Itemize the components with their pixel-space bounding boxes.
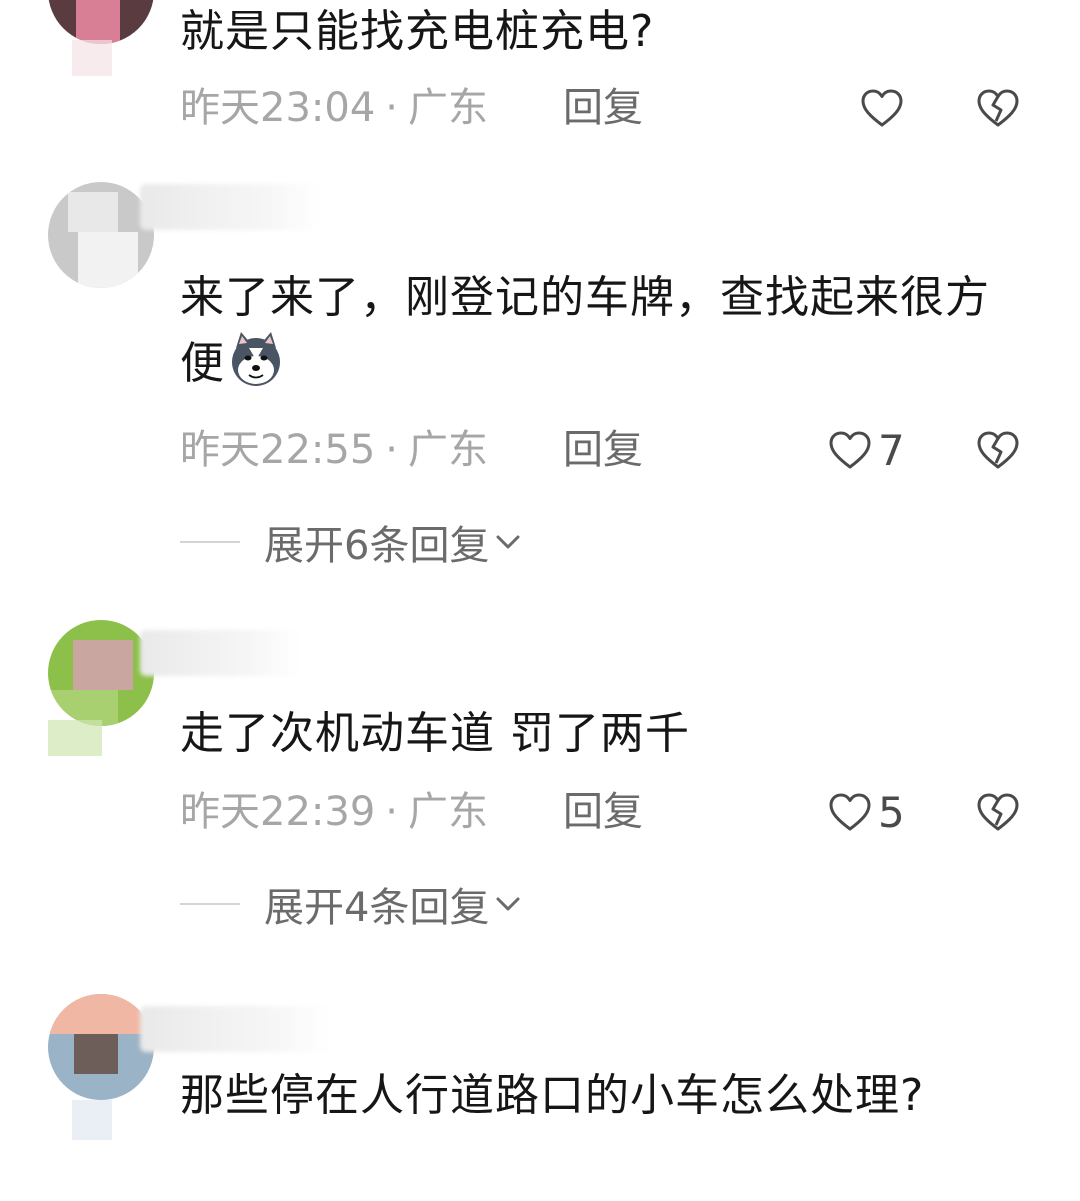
comment-text: 走了次机动车道 罚了两千	[180, 708, 690, 759]
reply-button[interactable]: 回复	[563, 420, 643, 480]
comment-time: 昨天23:04	[180, 85, 376, 131]
comment-text: 来了来了，刚登记的车牌，查找起来很方便	[180, 266, 1020, 396]
dislike-button[interactable]	[976, 78, 1020, 138]
like-button[interactable]	[860, 78, 904, 138]
comment-item: 那些停在人行道路口的小车怎么处理?	[0, 970, 1080, 1201]
expand-divider	[180, 903, 240, 905]
like-count: 5	[878, 787, 905, 837]
heart-outline-icon	[861, 89, 903, 127]
like-count: 7	[878, 425, 905, 475]
avatar-blur-tail	[72, 1100, 112, 1140]
comment-location: 广东	[408, 85, 488, 131]
avatar-blur-tail	[48, 720, 102, 756]
heart-outline-icon	[829, 431, 871, 469]
expand-replies-label: 展开6条回复	[264, 523, 490, 569]
comment-time: 昨天22:55	[180, 427, 376, 473]
meta-separator: ·	[385, 85, 398, 131]
username-blurred[interactable]	[140, 184, 320, 230]
chevron-down-icon	[496, 535, 520, 549]
comment-meta: 昨天23:04 · 广东	[180, 78, 488, 138]
comment-meta: 昨天22:55 · 广东	[180, 420, 488, 480]
comment-time: 昨天22:39	[180, 789, 376, 835]
expand-replies-button[interactable]: 展开6条回复	[180, 514, 521, 570]
comment-item: 就是只能找充电桩充电? 昨天23:04 · 广东 回复	[0, 0, 1080, 150]
comment-meta: 昨天22:39 · 广东	[180, 782, 488, 842]
dislike-button[interactable]	[976, 782, 1020, 842]
comment-text: 就是只能找充电桩充电?	[180, 6, 655, 57]
username-blurred[interactable]	[140, 1006, 330, 1052]
avatar-blur-tail	[72, 40, 112, 76]
expand-replies-button[interactable]: 展开4条回复	[180, 876, 521, 932]
like-button[interactable]: 7	[828, 420, 905, 480]
chevron-down-icon	[496, 897, 520, 911]
avatar-blurred[interactable]	[48, 0, 154, 44]
meta-separator: ·	[385, 427, 398, 473]
comment-item: 来了来了，刚登记的车牌，查找起来很方便 昨天22:55 · 广东 回复 7 展开6条…	[0, 170, 1080, 590]
broken-heart-icon	[977, 89, 1019, 127]
dislike-button[interactable]	[976, 420, 1020, 480]
username-blurred[interactable]	[140, 630, 300, 676]
avatar-blurred[interactable]	[48, 182, 154, 288]
broken-heart-icon	[977, 431, 1019, 469]
comment-text-content: 来了来了，刚登记的车牌，查找起来很方便	[180, 272, 990, 389]
comment-text: 那些停在人行道路口的小车怎么处理?	[180, 1070, 925, 1121]
heart-outline-icon	[829, 793, 871, 831]
expand-replies-label: 展开4条回复	[264, 885, 490, 931]
reply-button[interactable]: 回复	[563, 782, 643, 842]
like-button[interactable]: 5	[828, 782, 905, 842]
broken-heart-icon	[977, 793, 1019, 831]
comment-item: 走了次机动车道 罚了两千 昨天22:39 · 广东 回复 5 展开4条回复	[0, 600, 1080, 960]
avatar-blurred[interactable]	[48, 994, 154, 1100]
expand-divider	[180, 541, 240, 543]
comment-location: 广东	[408, 427, 488, 473]
avatar-blurred[interactable]	[48, 620, 154, 726]
husky-doge-emoji	[232, 332, 280, 386]
comment-location: 广东	[408, 789, 488, 835]
reply-button[interactable]: 回复	[563, 78, 643, 138]
meta-separator: ·	[385, 789, 398, 835]
